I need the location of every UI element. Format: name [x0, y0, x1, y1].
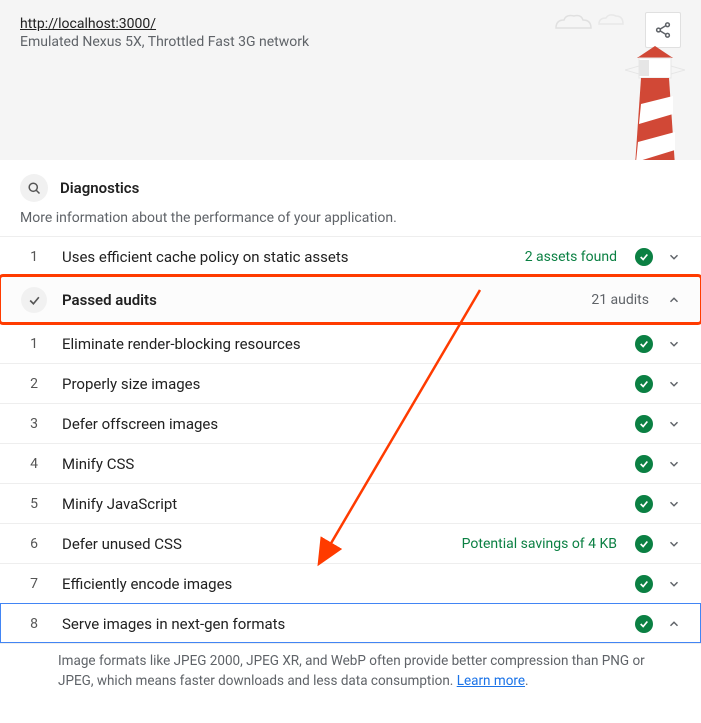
check-icon: [639, 619, 649, 629]
chevron-down-icon: [667, 337, 681, 351]
report-header: http://localhost:3000/ Emulated Nexus 5X…: [0, 0, 701, 160]
row-label: Defer offscreen images: [62, 415, 621, 433]
expand-toggle[interactable]: [667, 497, 681, 511]
row-number: 4: [20, 456, 48, 472]
chevron-up-icon: [667, 617, 681, 631]
passed-audits-count: 21 audits: [591, 292, 649, 308]
row-label: Efficiently encode images: [62, 575, 621, 593]
row-label: Uses efficient cache policy on static as…: [62, 248, 511, 266]
check-icon: [639, 539, 649, 549]
collapse-toggle[interactable]: [667, 293, 681, 307]
row-number: 1: [20, 336, 48, 352]
audit-row[interactable]: 2 Properly size images: [0, 363, 701, 403]
passed-audits-header[interactable]: Passed audits 21 audits: [0, 276, 701, 323]
pass-badge: [635, 535, 653, 553]
row-label: Serve images in next-gen formats: [62, 615, 621, 633]
diagnostics-description: More information about the performance o…: [0, 206, 701, 236]
expand-toggle[interactable]: [667, 457, 681, 471]
check-icon: [639, 499, 649, 509]
audit-row[interactable]: 7 Efficiently encode images: [0, 563, 701, 603]
audit-row[interactable]: 5 Minify JavaScript: [0, 483, 701, 523]
row-label: Defer unused CSS: [62, 535, 448, 553]
audit-row[interactable]: 4 Minify CSS: [0, 443, 701, 483]
audit-row[interactable]: 1 Eliminate render-blocking resources: [0, 323, 701, 363]
row-number: 5: [20, 496, 48, 512]
row-label: Properly size images: [62, 375, 621, 393]
diagnostics-title: Diagnostics: [60, 179, 139, 197]
row-extra: 2 assets found: [525, 249, 617, 265]
check-icon: [639, 252, 649, 262]
chevron-down-icon: [667, 457, 681, 471]
chevron-down-icon: [667, 377, 681, 391]
chevron-down-icon: [667, 497, 681, 511]
pass-badge: [635, 455, 653, 473]
expand-toggle[interactable]: [667, 250, 681, 264]
check-icon: [639, 339, 649, 349]
check-icon-circle: [20, 287, 48, 313]
expand-toggle[interactable]: [667, 337, 681, 351]
diagnostics-header: Diagnostics: [0, 160, 701, 206]
search-icon: [27, 181, 42, 196]
audit-description: Image formats like JPEG 2000, JPEG XR, a…: [0, 643, 701, 703]
pass-badge: [635, 248, 653, 266]
row-number: 8: [20, 616, 48, 632]
row-label: Eliminate render-blocking resources: [62, 335, 621, 353]
learn-more-link[interactable]: Learn more: [457, 673, 525, 689]
collapse-toggle[interactable]: [667, 617, 681, 631]
chevron-up-icon: [667, 293, 681, 307]
chevron-down-icon: [667, 417, 681, 431]
passed-audits-title: Passed audits: [62, 291, 577, 309]
pass-badge: [635, 495, 653, 513]
check-icon: [639, 459, 649, 469]
pass-badge: [635, 375, 653, 393]
lighthouse-logo: [625, 46, 685, 160]
chevron-down-icon: [667, 537, 681, 551]
expand-toggle[interactable]: [667, 537, 681, 551]
audit-row[interactable]: 6 Defer unused CSS Potential savings of …: [0, 523, 701, 563]
row-extra: Potential savings of 4 KB: [462, 536, 617, 552]
audit-row-expanded[interactable]: 8 Serve images in next-gen formats: [0, 603, 701, 643]
row-number: 3: [20, 416, 48, 432]
pass-badge: [635, 615, 653, 633]
chevron-down-icon: [667, 250, 681, 264]
row-number: 6: [20, 536, 48, 552]
share-icon: [654, 21, 672, 39]
share-button[interactable]: [645, 12, 681, 48]
pass-badge: [635, 335, 653, 353]
row-label: Minify JavaScript: [62, 495, 621, 513]
check-icon: [28, 294, 41, 307]
cloud-decoration: [551, 8, 631, 38]
check-icon: [639, 579, 649, 589]
check-icon: [639, 379, 649, 389]
audit-description-text: Image formats like JPEG 2000, JPEG XR, a…: [58, 653, 645, 689]
search-icon-circle: [20, 174, 48, 202]
row-number: 7: [20, 576, 48, 592]
expand-toggle[interactable]: [667, 417, 681, 431]
diagnostic-row[interactable]: 1 Uses efficient cache policy on static …: [0, 236, 701, 276]
report-body: Diagnostics More information about the p…: [0, 160, 701, 723]
row-number: 1: [20, 249, 48, 265]
pass-badge: [635, 415, 653, 433]
expand-toggle[interactable]: [667, 377, 681, 391]
pass-badge: [635, 575, 653, 593]
row-label: Minify CSS: [62, 455, 621, 473]
check-icon: [639, 419, 649, 429]
chevron-down-icon: [667, 577, 681, 591]
row-number: 2: [20, 376, 48, 392]
audit-row[interactable]: 3 Defer offscreen images: [0, 403, 701, 443]
expand-toggle[interactable]: [667, 577, 681, 591]
